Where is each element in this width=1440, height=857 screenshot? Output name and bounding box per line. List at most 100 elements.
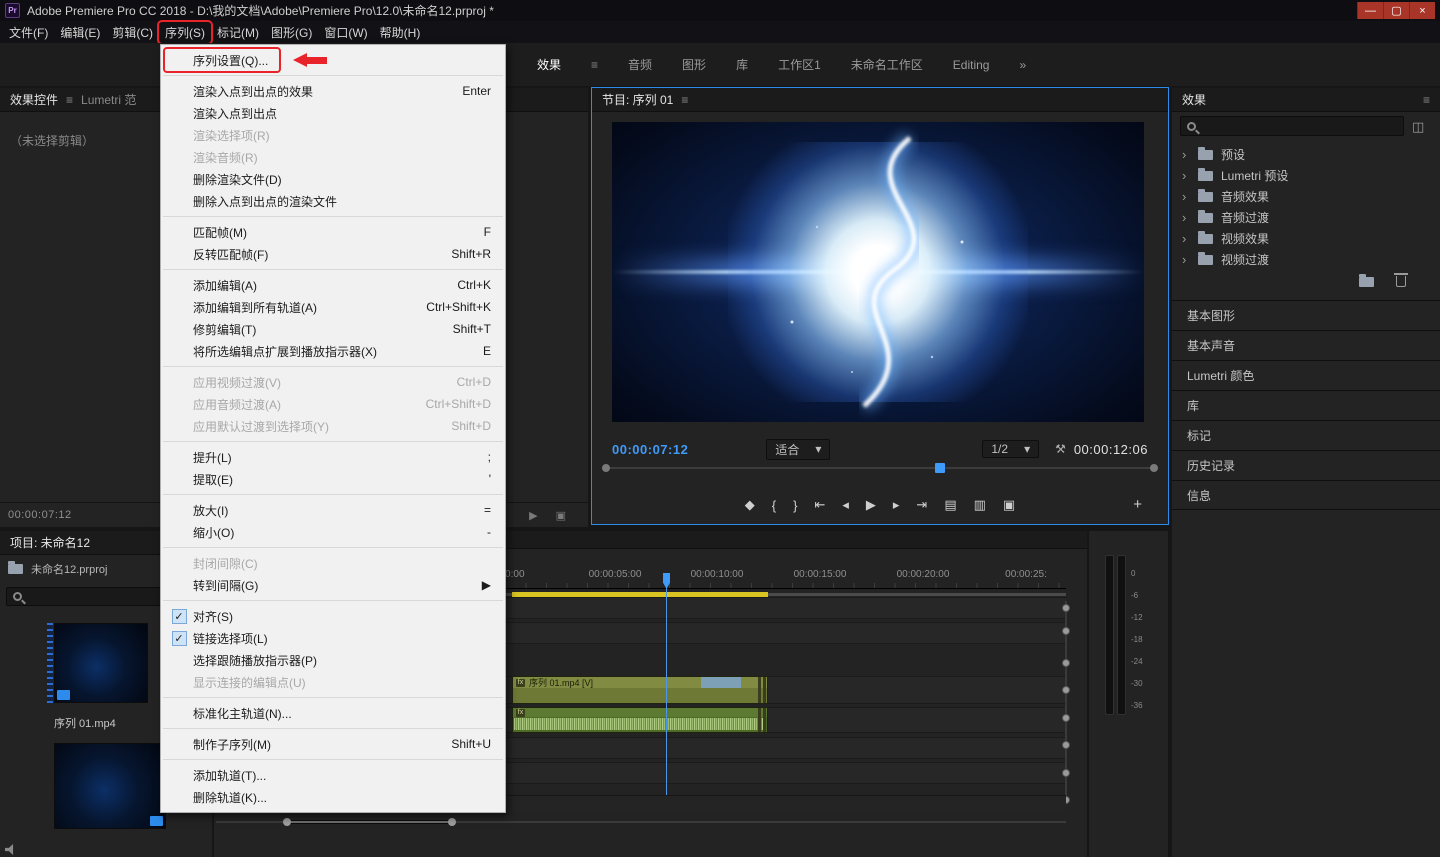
tab-effect-controls[interactable]: 效果控件 [10, 91, 58, 108]
zoom-handle-right[interactable] [448, 818, 456, 826]
track-scroll-knob[interactable] [1062, 627, 1070, 635]
tab-lumetri-scopes[interactable]: Lumetri 范 [81, 91, 136, 108]
workspace-tab-7[interactable]: Editing [953, 58, 990, 72]
panel-menu-icon[interactable]: ≡ [1423, 93, 1430, 107]
video-clip[interactable]: fx 序列 01.mp4 [V] [512, 676, 768, 704]
menubar-item-7[interactable]: 窗口(W) [318, 22, 373, 43]
workspace-tab-6[interactable]: 未命名工作区 [851, 56, 923, 73]
go-to-out-icon[interactable]: ⇥ [916, 497, 927, 513]
panel-tab-7[interactable]: 信息 [1172, 480, 1440, 510]
sequence-menu-item[interactable]: 反转匹配帧(F)Shift+R [161, 243, 505, 265]
close-button[interactable]: × [1409, 2, 1435, 19]
track-v2[interactable] [505, 622, 1066, 644]
sequence-menu-item[interactable]: 提取(E)' [161, 468, 505, 490]
sequence-menu-item[interactable]: 添加编辑(A)Ctrl+K [161, 274, 505, 296]
panel-menu-icon[interactable]: ≡ [681, 93, 688, 107]
effects-group-6[interactable]: ›视频过渡 [1172, 249, 1440, 270]
sequence-menu-item[interactable]: 删除入点到出点的渲染文件 [161, 190, 505, 212]
step-back-icon[interactable]: ◂ [842, 497, 849, 513]
workspace-tab-4[interactable]: 库 [736, 56, 748, 73]
play-icon[interactable]: ▶ [529, 509, 537, 522]
track-scroll-knob[interactable] [1062, 741, 1070, 749]
sequence-menu-item[interactable]: 制作子序列(M)Shift+U [161, 733, 505, 755]
menubar-item-8[interactable]: 帮助(H) [374, 22, 427, 43]
sequence-menu-item[interactable]: 序列设置(Q)... [161, 49, 505, 71]
menubar-item-5[interactable]: 标记(M) [211, 22, 265, 43]
effects-group-5[interactable]: ›视频效果 [1172, 228, 1440, 249]
timeline-zoom-scrollbar[interactable] [216, 817, 1066, 827]
fx-badge[interactable]: fx [516, 679, 525, 687]
panel-tab-3[interactable]: Lumetri 颜色 [1172, 360, 1440, 390]
step-forward-icon[interactable]: ▸ [893, 497, 900, 513]
panel-menu-icon[interactable]: ≡ [66, 93, 73, 107]
menubar-item-4[interactable]: 序列(S) [159, 22, 211, 43]
panel-tab-6[interactable]: 历史记录 [1172, 450, 1440, 480]
sequence-menu-item[interactable]: 缩小(O)- [161, 521, 505, 543]
track-scroll-knob[interactable] [1062, 714, 1070, 722]
timeline-playhead-line[interactable] [666, 575, 667, 811]
sequence-menu-item[interactable]: 删除轨道(K)... [161, 786, 505, 808]
scrubber-track[interactable] [608, 467, 1152, 469]
current-timecode[interactable]: 00:00:07:12 [612, 442, 688, 457]
menubar-item-2[interactable]: 编辑(E) [54, 22, 106, 43]
export-frame-icon[interactable]: ▣ [1003, 497, 1015, 513]
sequence-menu-item[interactable]: 添加编辑到所有轨道(A)Ctrl+Shift+K [161, 296, 505, 318]
effects-group-4[interactable]: ›音频过渡 [1172, 207, 1440, 228]
button-editor-plus[interactable]: + [1133, 496, 1142, 513]
play-icon[interactable]: ▶ [866, 497, 876, 513]
clip-out-handle[interactable] [758, 708, 767, 732]
panel-tab-1[interactable]: 基本图形 [1172, 300, 1440, 330]
sequence-menu-item[interactable]: 添加轨道(T)... [161, 764, 505, 786]
scrubber-playhead[interactable] [935, 463, 945, 473]
panel-tab-2[interactable]: 基本声音 [1172, 330, 1440, 360]
program-monitor-title[interactable]: 节目: 序列 01 [602, 91, 673, 108]
zoom-handle-left[interactable] [283, 818, 291, 826]
track-scroll-knob[interactable] [1062, 659, 1070, 667]
extract-icon[interactable]: ▥ [974, 497, 986, 513]
panel-tab-5[interactable]: 标记 [1172, 420, 1440, 450]
fit-dropdown[interactable]: 适合 ▾ [766, 439, 830, 460]
sequence-menu-item[interactable]: 匹配帧(M)F [161, 221, 505, 243]
track-scroll-knob[interactable] [1062, 604, 1070, 612]
chevron-right-icon[interactable]: › [1182, 252, 1190, 267]
add-marker-icon[interactable]: ◆ [745, 497, 755, 513]
track-scroll-knob[interactable] [1062, 769, 1070, 777]
project-item-thumbnail-1[interactable] [54, 623, 148, 703]
workspace-overflow-icon[interactable]: » [1019, 58, 1026, 72]
lift-icon[interactable]: ▤ [944, 497, 956, 513]
chevron-right-icon[interactable]: › [1182, 210, 1190, 225]
mark-in-icon[interactable]: { [772, 498, 776, 513]
track-scroll-knob[interactable] [1062, 686, 1070, 694]
clip-out-handle[interactable] [758, 677, 767, 703]
sequence-menu-item[interactable]: 放大(I)= [161, 499, 505, 521]
sequence-menu-item[interactable]: ✓链接选择项(L) [161, 627, 505, 649]
toolbar-grid-icon[interactable]: ▣ [556, 509, 566, 522]
track-v3[interactable] [505, 597, 1066, 619]
tab-effects[interactable]: 效果 [1182, 91, 1206, 108]
delete-icon[interactable] [1396, 276, 1406, 287]
mark-out-icon[interactable]: } [793, 498, 797, 513]
maximize-button[interactable]: ▢ [1383, 2, 1409, 19]
panel-menu-icon[interactable]: ≡ [591, 58, 598, 72]
chevron-right-icon[interactable]: › [1182, 231, 1190, 246]
minimize-button[interactable]: — [1357, 2, 1383, 19]
workspace-tab-3[interactable]: 图形 [682, 56, 706, 73]
sequence-menu-item[interactable]: 提升(L); [161, 446, 505, 468]
project-item-thumbnail-2[interactable] [54, 743, 166, 829]
timeline-ruler[interactable]: 00:0000:00:05:0000:00:10:0000:00:15:0000… [505, 567, 1066, 589]
menubar-item-6[interactable]: 图形(G) [265, 22, 318, 43]
new-bin-icon[interactable] [1359, 277, 1374, 287]
panel-tab-4[interactable]: 库 [1172, 390, 1440, 420]
sequence-menu-item[interactable]: 删除渲染文件(D) [161, 168, 505, 190]
project-item-label[interactable]: 序列 01.mp4 [54, 715, 116, 731]
program-scrubber[interactable] [604, 462, 1156, 474]
sequence-menu-item[interactable]: 标准化主轨道(N)... [161, 702, 505, 724]
menubar-item-1[interactable]: 文件(F) [3, 22, 54, 43]
sequence-menu-item[interactable]: 转到间隔(G)▶ [161, 574, 505, 596]
zoom-scrollbar-thumb[interactable] [287, 820, 452, 824]
workspace-tab-2[interactable]: 音频 [628, 56, 652, 73]
chevron-right-icon[interactable]: › [1182, 189, 1190, 204]
sequence-menu-item[interactable]: 选择跟随播放指示器(P) [161, 649, 505, 671]
menubar-item-3[interactable]: 剪辑(C) [106, 22, 159, 43]
track-a2[interactable] [505, 737, 1066, 759]
